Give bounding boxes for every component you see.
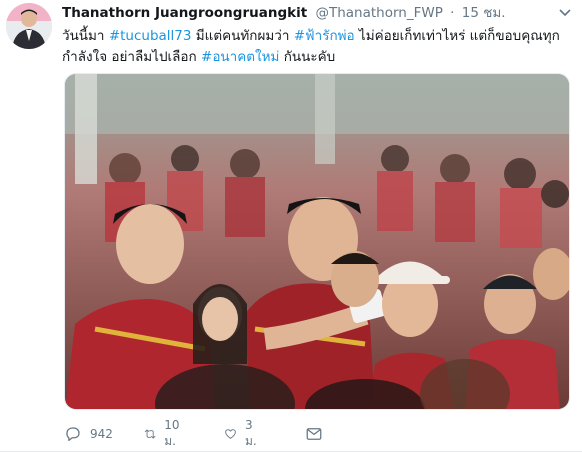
hashtag-link[interactable]: #อนาคตใหม่ [201,49,279,65]
tweet-text-segment: กันนะคับ [279,49,336,65]
hashtag-link[interactable]: #tucuball73 [109,28,192,44]
like-count: 3 ม. [245,417,257,448]
tweet-timestamp[interactable]: 15 ชม. [462,5,506,21]
direct-message-button[interactable] [305,424,331,444]
reply-button[interactable]: 942 [64,424,113,444]
tweet-header: Thanathorn Juangroongruangkit @Thanathor… [62,4,506,22]
avatar-image [6,3,52,49]
chevron-down-icon[interactable] [558,8,572,18]
tweet-photo[interactable] [64,73,570,410]
message-icon [306,428,322,440]
retweet-icon [144,429,156,439]
retweet-count: 10 ม. [164,417,180,448]
tweet-text: วันนี้มา #tucuball73 มีแต่คนทักผมว่า #ฟ้… [62,26,562,68]
retweet-button[interactable]: 10 ม. [144,418,185,448]
tweet-text-segment: มีแต่คนทักผมว่า [191,28,294,44]
tweet-card[interactable]: Thanathorn Juangroongruangkit @Thanathor… [0,0,582,452]
hashtag-link[interactable]: #ฟ้ารักพ่อ [294,28,355,44]
reply-icon [66,427,80,442]
reply-count: 942 [90,427,113,441]
author-name[interactable]: Thanathorn Juangroongruangkit [62,5,307,21]
heart-icon [225,429,236,439]
tweet-text-segment: วันนี้มา [62,28,109,44]
selfie-crowd-photo [65,74,569,409]
avatar[interactable] [6,3,52,49]
like-button[interactable]: 3 ม. [224,418,262,448]
separator-dot: · [450,5,455,21]
author-handle[interactable]: @Thanathorn_FWP [315,5,442,21]
